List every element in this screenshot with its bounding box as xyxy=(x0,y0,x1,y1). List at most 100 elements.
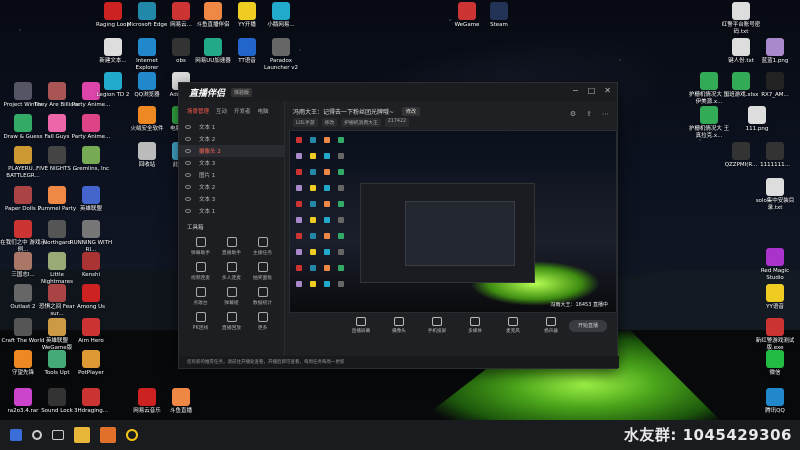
tool-icon xyxy=(257,237,268,247)
toolbox-item[interactable]: 抽奖面板 xyxy=(247,262,278,281)
desktop-shortcut[interactable]: 小鹅网易... xyxy=(258,2,304,29)
toolbox-item[interactable]: PK连线 xyxy=(185,312,216,331)
eye-icon[interactable] xyxy=(185,125,191,129)
desktop-shortcut[interactable]: Kenshi xyxy=(68,252,114,279)
source-label: 手机投屏 xyxy=(427,329,447,334)
stream-tag[interactable]: LOL手游 xyxy=(293,118,318,127)
eye-icon[interactable] xyxy=(185,173,191,177)
desktop-shortcut[interactable]: Red Magic Studio xyxy=(752,248,798,281)
scene-item[interactable]: 图片 1 xyxy=(179,169,284,181)
desktop-shortcut[interactable]: Paradox Launcher v2 xyxy=(258,38,304,71)
desktop-shortcut[interactable]: YY语音 xyxy=(752,284,798,311)
desktop-shortcut[interactable]: RX7_AM... xyxy=(752,72,798,99)
desktop-shortcut[interactable]: 腾讯QQ xyxy=(752,388,798,415)
app-icon xyxy=(732,2,750,20)
app-icon xyxy=(48,114,66,132)
browser-taskbar-icon[interactable] xyxy=(126,429,138,441)
source-control-button[interactable]: 多媒体 xyxy=(461,317,489,334)
desktop-shortcut[interactable]: PotPlayer xyxy=(68,350,114,377)
toolbox-item[interactable]: 直播助手 xyxy=(216,237,247,256)
eye-icon[interactable] xyxy=(185,185,191,189)
scene-item[interactable]: 文本 2 xyxy=(179,181,284,193)
source-control-button[interactable]: 摄像头 xyxy=(385,317,413,334)
desktop-shortcut[interactable]: 斗鱼直播 xyxy=(158,388,204,415)
eye-icon[interactable] xyxy=(185,149,191,153)
desktop-shortcut[interactable]: 护栅机情况大 王 真拉克.x... xyxy=(686,106,732,139)
maximize-button[interactable]: □ xyxy=(588,86,596,95)
app-icon xyxy=(766,284,784,302)
desktop-shortcut[interactable]: 1111111... xyxy=(752,142,798,169)
preview-desktop-icon xyxy=(338,217,344,223)
file-explorer-icon[interactable] xyxy=(74,427,90,443)
shortcut-label: Aim Hero xyxy=(78,338,104,344)
minimize-button[interactable]: − xyxy=(572,86,579,95)
settings-icon[interactable]: ⚙ xyxy=(570,110,576,118)
stream-tag[interactable]: 217422 xyxy=(384,118,410,127)
source-icon xyxy=(356,317,366,326)
desktop-shortcut[interactable]: Steam xyxy=(476,2,522,29)
share-icon[interactable]: ⇪ xyxy=(586,110,592,118)
windows-start-icon[interactable] xyxy=(10,429,22,441)
app-icon xyxy=(204,38,222,56)
desktop-shortcut[interactable]: RUNNING WITH RI... xyxy=(68,220,114,253)
stream-preview[interactable]: 冯雨大王：16453 直播中 xyxy=(289,130,617,313)
tab-interact[interactable]: 互动 xyxy=(216,107,227,115)
desktop-shortcut[interactable]: 微信 xyxy=(752,350,798,377)
eye-icon[interactable] xyxy=(185,161,191,165)
desktop-shortcut[interactable]: Aim Hero xyxy=(68,318,114,345)
desktop-shortcut[interactable]: 3Hdraging... xyxy=(68,388,114,415)
toolbox-item[interactable]: 主播任务 xyxy=(247,237,278,256)
start-live-button[interactable]: 开始直播 xyxy=(569,320,607,332)
desktop-shortcut[interactable]: 蓝蓝1.png xyxy=(752,38,798,65)
desktop-shortcut[interactable]: 英雄联盟 xyxy=(68,186,114,213)
toolbox-item[interactable]: 数据统计 xyxy=(247,287,278,306)
eye-icon[interactable] xyxy=(185,209,191,213)
app-icon xyxy=(748,106,766,124)
scene-item[interactable]: 文本 3 xyxy=(179,193,284,205)
desktop-shortcut[interactable]: Gremlins, Inc xyxy=(68,146,114,173)
preview-desktop-icon xyxy=(338,185,344,191)
scene-item[interactable]: 文本 2 xyxy=(179,133,284,145)
close-button[interactable]: ✕ xyxy=(604,86,611,95)
eye-icon[interactable] xyxy=(185,137,191,141)
preview-desktop-icon xyxy=(338,265,344,271)
preview-desktop-icon xyxy=(296,153,302,159)
toolbox-item[interactable]: 直播回放 xyxy=(216,312,247,331)
desktop-shortcut[interactable]: 111.png xyxy=(734,106,780,133)
app-icon xyxy=(82,252,100,270)
desktop-shortcut[interactable]: solo集中安装目录.txt xyxy=(752,178,798,211)
scene-item[interactable]: 文本 3 xyxy=(179,157,284,169)
toolbox-item[interactable]: 弹幕姬 xyxy=(216,287,247,306)
eye-icon[interactable] xyxy=(185,197,191,201)
toolbox-item[interactable]: 多人连麦 xyxy=(216,262,247,281)
shortcut-label: YY语音 xyxy=(766,304,784,310)
tab-scene-manage[interactable]: 场景管理 xyxy=(187,107,209,115)
search-icon[interactable] xyxy=(32,430,42,440)
desktop-shortcut[interactable]: Party Anime... xyxy=(68,114,114,141)
app-icon xyxy=(14,318,32,336)
desktop-shortcut[interactable]: 新红警游戏测试 版.exe xyxy=(752,318,798,351)
scene-item[interactable]: 文本 1 xyxy=(179,121,284,133)
more-icon[interactable]: ⋯ xyxy=(602,110,609,118)
scene-item[interactable]: 摄像头 2 xyxy=(179,145,284,157)
scene-item[interactable]: 文本 1 xyxy=(179,205,284,217)
toolbox-item[interactable]: 更多 xyxy=(247,312,278,331)
toolbox-item[interactable]: 点歌台 xyxy=(185,287,216,306)
source-label: 摄像头 xyxy=(392,329,406,334)
toolbox-item[interactable]: 弹幕助手 xyxy=(185,237,216,256)
source-control-button[interactable]: 扬声器 xyxy=(537,317,565,334)
source-control-button[interactable]: 麦克风 xyxy=(499,317,527,334)
toolbox-item[interactable]: 视频连麦 xyxy=(185,262,216,281)
desktop-shortcut[interactable]: 红警平台账号密码.txt xyxy=(718,2,764,35)
streaming-app-taskbar-icon[interactable] xyxy=(100,427,116,443)
tab-computer[interactable]: 电脑 xyxy=(258,107,269,115)
source-control-button[interactable]: 直播屏幕 xyxy=(347,317,375,334)
stream-tag[interactable]: 修改 xyxy=(321,118,338,127)
task-view-icon[interactable] xyxy=(52,430,64,440)
tab-developer[interactable]: 开发者 xyxy=(234,107,251,115)
edit-title-button[interactable]: 修改 xyxy=(402,107,421,116)
source-control-button[interactable]: 手机投屏 xyxy=(423,317,451,334)
stream-tag[interactable]: 护栅机消费大王 xyxy=(341,118,381,127)
preview-desktop-icon xyxy=(338,153,344,159)
desktop-shortcut[interactable]: Among Us xyxy=(68,284,114,311)
